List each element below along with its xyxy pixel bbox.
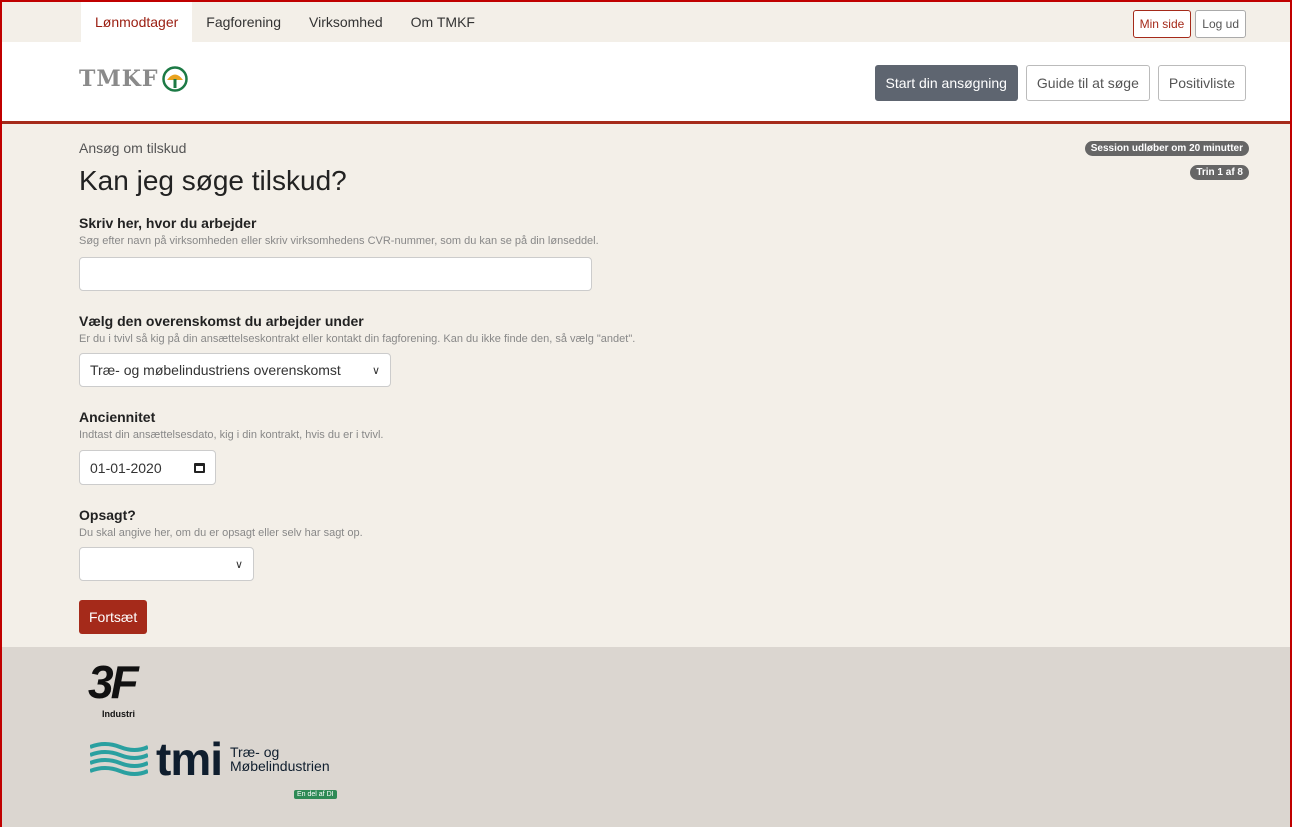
seniority-date-input[interactable]: 01-01-2020 (79, 450, 216, 485)
logo-text: TMKF (79, 66, 159, 92)
workplace-search-input[interactable] (79, 257, 592, 291)
site-header: TMKF Start din ansøgning Guide til at sø… (2, 42, 1290, 124)
workplace-help: Søg efter navn på virksomheden eller skr… (79, 235, 599, 247)
top-nav-links: Lønmodtager Fagforening Virksomhed Om TM… (81, 2, 489, 42)
agreement-select[interactable]: Træ- og møbelindustriens overenskomst ∨ (79, 353, 391, 387)
3f-logo-subtitle: Industri (102, 709, 135, 719)
3f-logo-mark: 3F (88, 656, 139, 708)
wave-icon (90, 742, 148, 776)
agreement-value: Træ- og møbelindustriens overenskomst (90, 362, 341, 378)
breadcrumb: Ansøg om tilskud (79, 140, 187, 156)
di-tag: En del af DI (294, 790, 337, 799)
header-buttons: Start din ansøgning Guide til at søge Po… (874, 65, 1246, 101)
seniority-help: Indtast din ansættelsesdato, kig i din k… (79, 429, 384, 441)
logout-button[interactable]: Log ud (1195, 10, 1246, 38)
chevron-down-icon: ∨ (234, 558, 243, 571)
3f-logo[interactable]: 3F Industri (88, 656, 139, 719)
tmi-wordmark: tmi (156, 733, 223, 785)
tmi-line2: Møbelindustrien (230, 758, 330, 774)
step-badge: Trin 1 af 8 (1190, 165, 1249, 180)
nav-item-label: Lønmodtager (95, 14, 179, 30)
session-badge: Session udløber om 20 minutter (1084, 141, 1249, 156)
continue-button[interactable]: Fortsæt (79, 600, 148, 634)
application-form: Ansøg om tilskud Session udløber om 20 m… (79, 127, 1249, 647)
seniority-label: Anciennitet (79, 409, 156, 425)
positive-list-button[interactable]: Positivliste (1157, 65, 1246, 101)
tmi-line1: Træ- og (230, 744, 280, 760)
agreement-help: Er du i tvivl så kig på din ansættelsesk… (79, 333, 636, 345)
dismissed-select[interactable]: ∨ (79, 547, 254, 581)
dismissed-help: Du skal angive her, om du er opsagt elle… (79, 527, 363, 539)
nav-item-company[interactable]: Virksomhed (295, 2, 397, 42)
tmi-logo[interactable]: tmi Træ- og Møbelindustrien (90, 733, 330, 785)
workplace-label: Skriv her, hvor du arbejder (79, 215, 257, 231)
guide-button[interactable]: Guide til at søge (1025, 65, 1150, 101)
nav-item-about[interactable]: Om TMKF (397, 2, 489, 42)
page-title: Kan jeg søge tilskud? (79, 165, 347, 196)
top-navigation: Lønmodtager Fagforening Virksomhed Om TM… (2, 2, 1290, 42)
tree-icon (162, 66, 189, 92)
calendar-icon[interactable] (194, 462, 205, 473)
agreement-label: Vælg den overenskomst du arbejder under (79, 313, 364, 329)
tmi-description: Træ- og Møbelindustrien (230, 745, 330, 773)
account-links: Min side Log ud (1132, 10, 1246, 38)
seniority-value: 01-01-2020 (90, 459, 162, 476)
chevron-down-icon: ∨ (371, 364, 380, 377)
tmkf-logo[interactable]: TMKF (79, 66, 189, 92)
nav-item-union[interactable]: Fagforening (192, 2, 295, 42)
dismissed-label: Opsagt? (79, 507, 136, 523)
nav-item-employee[interactable]: Lønmodtager (81, 2, 193, 42)
my-page-button[interactable]: Min side (1132, 10, 1192, 38)
start-application-button[interactable]: Start din ansøgning (874, 65, 1018, 101)
footer: 3F Industri tmi Træ- og Møbelindustrien … (2, 647, 1290, 827)
